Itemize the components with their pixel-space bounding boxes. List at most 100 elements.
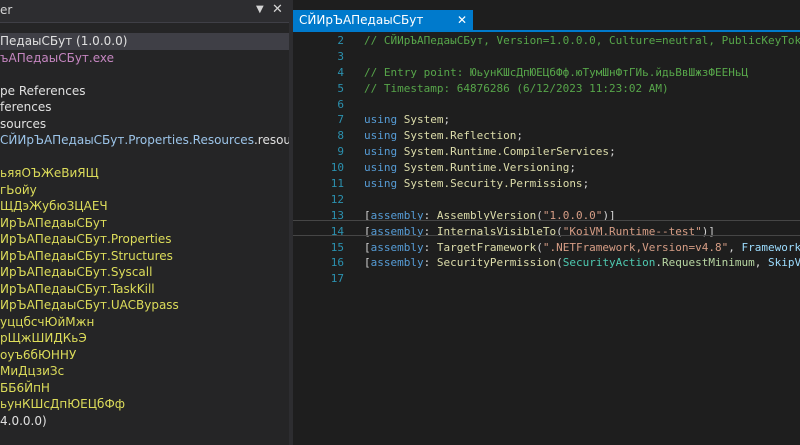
tree-item[interactable]: ББ6ЙпН <box>0 380 289 397</box>
close-icon[interactable]: ✕ <box>457 10 467 30</box>
code-token: SkipVerification <box>768 256 800 270</box>
code-token: "KoiVM.Runtime--test" <box>562 224 702 238</box>
code-token: [ <box>364 208 371 222</box>
tree-item-label: оуъ6бЮННУ <box>0 347 77 362</box>
code-token: RequestMinimum <box>662 256 755 270</box>
code-token: ( <box>536 240 543 254</box>
tree-item[interactable]: ferences <box>0 99 289 116</box>
tree-item[interactable]: sources <box>0 116 289 133</box>
line-text: using System.Reflection; <box>364 128 523 144</box>
tree-item-label: ьяяОЪЖеВиЯЩ <box>0 166 99 180</box>
close-icon[interactable]: ✕ <box>272 2 283 17</box>
code-line: 17 <box>293 271 800 287</box>
tree-item[interactable]: 4.0.0.0) <box>0 413 289 430</box>
tree-item[interactable]: ьяяОЪЖеВиЯЩ <box>0 165 289 182</box>
tree-item-label: ИрЪАПедаыСБут.TaskKill <box>0 281 155 296</box>
line-number: 4 <box>337 65 344 79</box>
tree-item[interactable]: оуъ6бЮННУ <box>0 347 289 364</box>
tree-item[interactable]: ИрЪАПедаыСБут.TaskKill <box>0 281 289 298</box>
tree-item-label: ИрЪАПедаыСБут <box>0 215 108 230</box>
code-token: : <box>423 224 437 238</box>
line-number: 6 <box>337 97 344 111</box>
tree-item[interactable]: ЩДэЖубюЗЦАЕЧ <box>0 198 289 215</box>
code-line: 15 [assembly: TargetFramework(".NETFramew… <box>293 240 800 256</box>
line-number: 2 <box>337 34 344 47</box>
tree-item-label: .resources <box>253 133 289 147</box>
tree-item[interactable]: СЙИрЪАПедаыСБут.Properties.Resources.res… <box>0 132 289 149</box>
tree-item-label: ИрЪАПедаыСБут.Structures <box>0 248 173 263</box>
code-line: 11 using System.Security.Permissions; <box>293 176 800 192</box>
code-token: System.Runtime.CompilerServices <box>403 145 610 159</box>
tree-item[interactable]: уццбсчЮйМжн <box>0 314 289 331</box>
code-token: [ <box>364 256 371 270</box>
tree-item-label: sources <box>0 116 47 131</box>
code-token: TargetFramework <box>436 240 537 254</box>
code-token: ( <box>536 208 543 222</box>
code-token: [ <box>364 224 371 238</box>
tree-item[interactable] <box>0 149 289 166</box>
tree-item[interactable]: ИрЪАПедаыСБут.Syscall <box>0 264 289 281</box>
line-text: [assembly: SecurityPermission(SecurityAc… <box>364 255 800 271</box>
code-line: 2 // СЙИрЪАПедаыСБут, Version=1.0.0.0, Cu… <box>293 33 800 49</box>
tree-item-label: ИрЪАПедаыСБут.Syscall <box>0 265 153 279</box>
assembly-tree: ПедаыСБут (1.0.0.0) ъАПедаыСБут.exe pe Ref… <box>0 33 289 429</box>
line-number: 12 <box>330 192 344 206</box>
tree-item[interactable]: гЬойу <box>0 182 289 199</box>
tree-item[interactable]: ИрЪАПедаыСБут.UACBypass <box>0 297 289 314</box>
tree-item[interactable]: ъАПедаыСБут.exe <box>0 50 289 67</box>
tree-item[interactable]: pe References <box>0 83 289 100</box>
code-token: ; <box>582 177 590 191</box>
line-text: using System.Security.Permissions; <box>364 176 589 192</box>
line-text: using System.Runtime.CompilerServices; <box>364 144 616 160</box>
code-token: SecurityPermission <box>436 256 557 270</box>
tree-item[interactable]: ИрЪАПедаыСБут.Properties <box>0 231 289 248</box>
line-text: // СЙИрЪАПедаыСБут, Version=1.0.0.0, Cul… <box>364 33 800 49</box>
code-token: using <box>364 145 404 159</box>
line-number: 15 <box>330 240 344 254</box>
tree-item-label: 4.0.0.0) <box>0 413 47 428</box>
tree-item-label: ъАПедаыСБут.exe <box>0 50 115 65</box>
tree-item-label: СЙИрЪАПедаыСБут.Properties.Resources <box>0 133 254 147</box>
code-token: System <box>403 113 444 127</box>
tree-item[interactable]: рЩжШИДКьЭ <box>0 330 289 347</box>
line-text: using System.Runtime.Versioning; <box>364 160 576 176</box>
tree-item[interactable]: ьунКШсДпЮЕЦбФф <box>0 396 289 413</box>
tree-item-label: ББ6ЙпН <box>0 380 50 395</box>
explorer-header: er ▼ ✕ <box>0 0 289 23</box>
line-number: 17 <box>330 272 344 286</box>
code-editor[interactable]: 2 // СЙИрЪАПедаыСБут, Version=1.0.0.0, Cu… <box>293 32 800 445</box>
code-token: using <box>364 177 404 191</box>
tree-item-label: МиДцзиЗс <box>0 364 65 378</box>
code-line: 13 [assembly: AssemblyVersion("1.0.0.0")] <box>293 208 800 224</box>
code-token: SecurityAction <box>562 256 656 270</box>
code-line: 12 <box>293 192 800 208</box>
tree-item-label: гЬойу <box>0 182 37 197</box>
line-text: // Timestamp: 64876286 (6/12/2023 11:23:… <box>364 81 669 97</box>
line-number: 8 <box>337 129 344 143</box>
explorer-title: er <box>0 3 13 17</box>
code-line: 16 [assembly: SecurityPermission(Security… <box>293 255 800 271</box>
code-token: // СЙИрЪАПедаыСБут, Version=1.0.0.0, Cul… <box>364 34 800 47</box>
chevron-down-icon[interactable]: ▼ <box>256 4 264 15</box>
tree-item[interactable] <box>0 66 289 83</box>
code-token: System.Reflection <box>403 129 517 143</box>
tree-item-label: ПедаыСБут (1.0.0.0) <box>0 34 128 48</box>
tab-assembly[interactable]: СЙИрЪАПедаыСБут (1.0.0.0) ✕ <box>293 10 473 47</box>
tree-item[interactable]: ПедаыСБут (1.0.0.0) <box>0 33 289 50</box>
tree-item-label: уццбсчЮйМжн <box>0 314 95 329</box>
document-tab-strip: СЙИрЪАПедаыСБут (1.0.0.0) ✕ <box>293 10 800 47</box>
code-token: // Timestamp: 64876286 (6/12/2023 11:23:… <box>364 81 669 95</box>
code-token: System.Security.Permissions <box>403 177 583 191</box>
code-token: assembly <box>370 240 424 254</box>
code-token: assembly <box>370 256 424 270</box>
code-token: "1.0.0.0" <box>542 208 603 222</box>
code-token: , <box>728 240 742 254</box>
code-line: 8 using System.Reflection; <box>293 128 800 144</box>
code-token: ( <box>556 256 563 270</box>
code-token: : <box>423 256 437 270</box>
tree-item[interactable]: ИрЪАПедаыСБут.Structures <box>0 248 289 265</box>
code-token: : <box>423 240 437 254</box>
tree-item[interactable]: ИрЪАПедаыСБут <box>0 215 289 232</box>
line-number: 7 <box>337 113 344 127</box>
tree-item[interactable]: МиДцзиЗс <box>0 363 289 380</box>
